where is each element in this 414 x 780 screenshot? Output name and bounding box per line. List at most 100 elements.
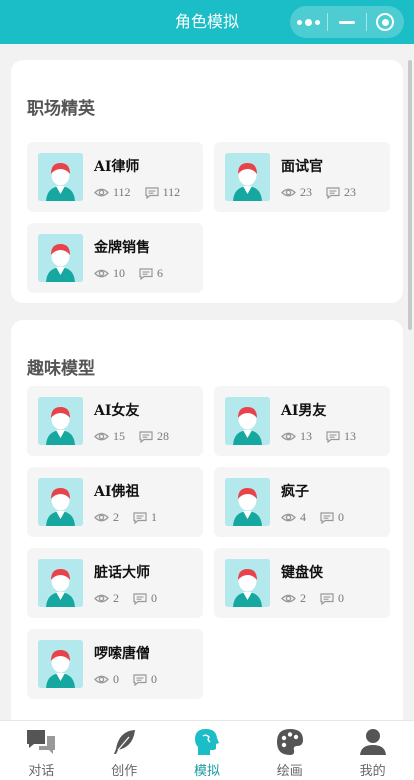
role-card-interviewer[interactable]: 面试官 23 23 (214, 142, 390, 212)
role-card-ai-lawyer[interactable]: AI律师 112 112 (27, 142, 203, 212)
eye-icon (281, 513, 296, 522)
tab-label: 绘画 (276, 764, 303, 779)
role-stats: 10 6 (94, 266, 177, 281)
comment-icon (139, 267, 153, 280)
tab-bar: 对话 创作 模拟 绘画 我的 (0, 720, 414, 780)
comment-count: 0 (151, 672, 157, 686)
view-count: 23 (300, 185, 312, 199)
role-name: 疯子 (281, 484, 309, 500)
content-scroll-area[interactable]: 职场精英 AI律师 112 112 面试官 23 23 金牌销售 10 6 趣味… (0, 44, 414, 720)
eye-icon (281, 188, 296, 197)
role-name: 面试官 (281, 159, 323, 175)
section-title: 职场精英 (27, 99, 95, 119)
eye-icon (281, 432, 296, 441)
view-count: 112 (113, 185, 131, 199)
comment-icon (326, 186, 340, 199)
role-name: AI男友 (281, 403, 327, 419)
avatar (225, 153, 270, 201)
head-profile-icon (191, 727, 223, 757)
section-fun-models: 趣味模型 AI女友 15 28 AI男友 13 13 AI佛祖 2 1 疯子 4… (11, 320, 403, 720)
tab-mine[interactable]: 我的 (331, 721, 414, 780)
role-name: AI律师 (94, 159, 140, 175)
comment-icon (320, 592, 334, 605)
comment-icon (139, 430, 153, 443)
role-name: 啰嗦唐僧 (94, 646, 150, 662)
user-icon (357, 727, 389, 757)
tab-label: 创作 (111, 764, 138, 779)
view-count: 15 (113, 429, 125, 443)
role-stats: 15 28 (94, 429, 183, 444)
feather-icon (108, 727, 140, 757)
close-mini-program-button[interactable] (367, 6, 404, 38)
comment-icon (133, 673, 147, 686)
tab-label: 对话 (28, 764, 55, 779)
role-name: 金牌销售 (94, 240, 150, 256)
default-avatar-icon (225, 153, 270, 201)
tab-chat[interactable]: 对话 (0, 721, 83, 780)
comment-count: 112 (162, 185, 181, 199)
role-stats: 112 112 (94, 185, 194, 200)
avatar (38, 234, 83, 282)
role-stats: 13 13 (281, 429, 370, 444)
role-stats: 23 23 (281, 185, 370, 200)
default-avatar-icon (38, 234, 83, 282)
tab-draw[interactable]: 绘画 (248, 721, 331, 780)
tab-label: 模拟 (193, 764, 220, 779)
view-count: 2 (113, 510, 119, 524)
minimize-button[interactable] (328, 6, 365, 38)
default-avatar-icon (38, 153, 83, 201)
comment-icon (133, 592, 147, 605)
role-name: 脏话大师 (94, 565, 150, 581)
role-card-madman[interactable]: 疯子 4 0 (214, 467, 390, 537)
role-card-profanity-master[interactable]: 脏话大师 2 0 (27, 548, 203, 618)
avatar (38, 153, 83, 201)
comment-count: 23 (344, 185, 356, 199)
default-avatar-icon (38, 397, 83, 445)
more-button[interactable] (290, 6, 327, 38)
role-card-ai-girlfriend[interactable]: AI女友 15 28 (27, 386, 203, 456)
avatar (225, 559, 270, 607)
view-count: 0 (113, 672, 119, 686)
avatar (225, 397, 270, 445)
more-dots-icon (297, 18, 321, 26)
avatar (38, 397, 83, 445)
comment-icon (326, 430, 340, 443)
minimize-icon (338, 20, 355, 24)
comment-count: 13 (344, 429, 356, 443)
comment-count: 1 (151, 510, 157, 524)
role-card-chatty-tang-monk[interactable]: 啰嗦唐僧 0 0 (27, 629, 203, 699)
default-avatar-icon (38, 640, 83, 688)
eye-icon (281, 594, 296, 603)
default-avatar-icon (225, 478, 270, 526)
role-card-gold-sales[interactable]: 金牌销售 10 6 (27, 223, 203, 293)
palette-icon (274, 727, 306, 757)
scrollbar[interactable] (408, 60, 412, 330)
eye-icon (94, 594, 109, 603)
eye-icon (94, 432, 109, 441)
tab-create[interactable]: 创作 (83, 721, 166, 780)
comment-count: 0 (338, 591, 344, 605)
role-stats: 2 1 (94, 510, 171, 525)
view-count: 10 (113, 266, 125, 280)
role-name: AI女友 (94, 403, 140, 419)
role-stats: 2 0 (94, 591, 171, 606)
avatar (225, 478, 270, 526)
tab-simulate[interactable]: 模拟 (166, 721, 249, 780)
comment-icon (133, 511, 147, 524)
default-avatar-icon (38, 478, 83, 526)
role-stats: 0 0 (94, 672, 171, 687)
role-card-ai-buddha[interactable]: AI佛祖 2 1 (27, 467, 203, 537)
eye-icon (94, 188, 109, 197)
role-stats: 2 0 (281, 591, 358, 606)
default-avatar-icon (225, 559, 270, 607)
view-count: 13 (300, 429, 312, 443)
eye-icon (94, 513, 109, 522)
eye-icon (94, 269, 109, 278)
role-card-ai-boyfriend[interactable]: AI男友 13 13 (214, 386, 390, 456)
comment-count: 0 (151, 591, 157, 605)
nav-bar: 角色模拟 (0, 0, 414, 44)
view-count: 2 (300, 591, 306, 605)
section-workplace: 职场精英 AI律师 112 112 面试官 23 23 金牌销售 10 6 (11, 60, 403, 303)
comment-count: 28 (157, 429, 169, 443)
role-card-keyboard-warrior[interactable]: 键盘侠 2 0 (214, 548, 390, 618)
